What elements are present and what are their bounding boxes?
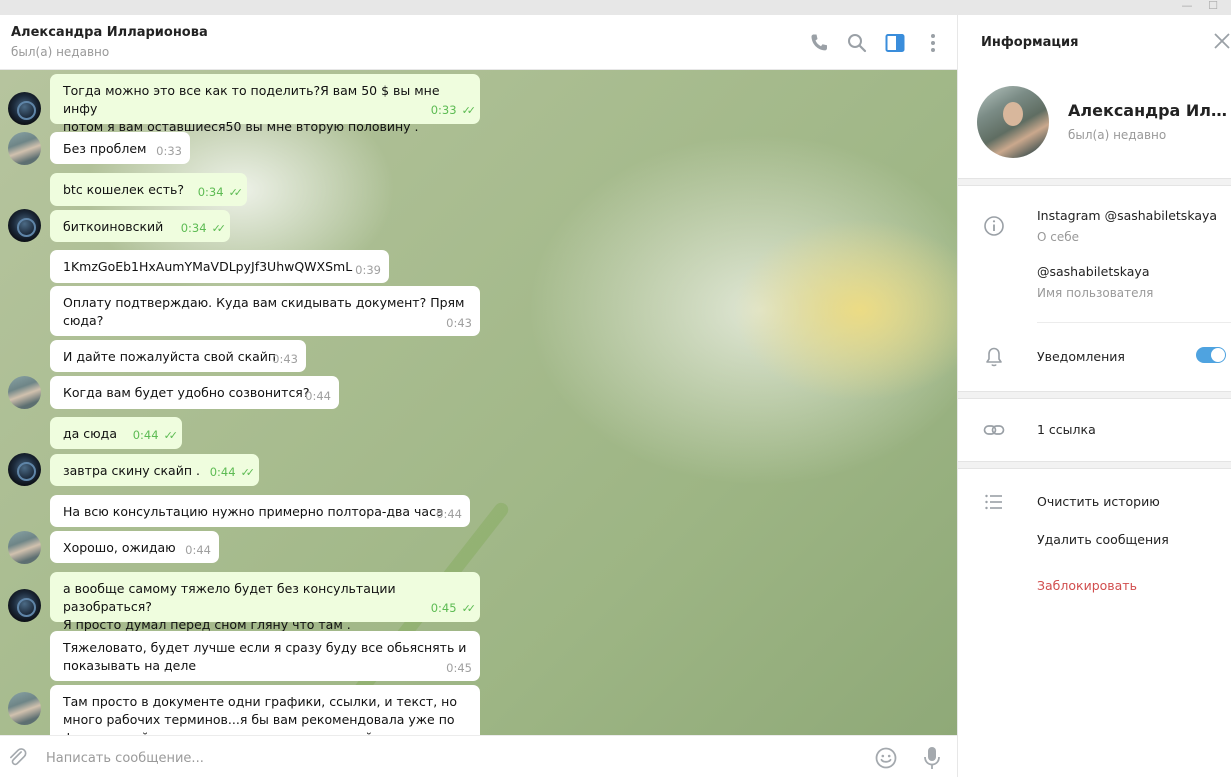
clear-history-button[interactable]: Очистить историю bbox=[1037, 494, 1160, 509]
message-meta: 0:44 ✓✓ bbox=[132, 426, 179, 445]
sender-avatar[interactable] bbox=[8, 92, 41, 125]
chat-status: был(а) недавно bbox=[11, 45, 110, 59]
message-meta: 0:34 ✓✓ bbox=[197, 183, 244, 202]
read-check-icon: ✓✓ bbox=[211, 222, 227, 235]
section-divider bbox=[958, 178, 1231, 186]
message-bubble[interactable]: И дайте пожалуйста свой скайп 0:43 bbox=[50, 340, 306, 372]
contact-avatar[interactable] bbox=[8, 692, 41, 725]
message-meta: 0:33 ✓✓ bbox=[430, 101, 477, 120]
message-text: 1KmzGoEb1HxAumYMaVDLpyJf3UhwQWXSmL bbox=[63, 259, 353, 274]
emoji-icon[interactable] bbox=[874, 746, 898, 770]
message-time: 0:33 bbox=[156, 144, 182, 158]
read-check-icon: ✓✓ bbox=[461, 104, 477, 117]
sender-avatar[interactable] bbox=[8, 589, 41, 622]
message-bubble[interactable]: а вообще самому тяжело будет без консуль… bbox=[50, 572, 480, 632]
bell-icon bbox=[986, 347, 1002, 367]
sender-avatar[interactable] bbox=[8, 453, 41, 486]
message-bubble[interactable]: Тяжеловато, будет лучше если я сразу буд… bbox=[50, 631, 480, 681]
chat-header: Александра Илларионова был(а) недавно bbox=[0, 15, 957, 70]
message-time: 0:45 bbox=[430, 601, 457, 615]
sender-avatar[interactable] bbox=[8, 209, 41, 242]
profile-bio[interactable]: Instagram @sashabiletskaya bbox=[1037, 208, 1217, 223]
profile-username-label: Имя пользователя bbox=[1037, 286, 1154, 300]
message-time: 0:44 bbox=[185, 543, 211, 557]
chat-history[interactable]: Тогда можно это все как то поделить?Я ва… bbox=[0, 70, 957, 735]
section-divider bbox=[958, 461, 1231, 469]
close-icon[interactable] bbox=[1212, 31, 1231, 51]
message-bubble[interactable]: 1KmzGoEb1HxAumYMaVDLpyJf3UhwQWXSmL 0:39 bbox=[50, 250, 389, 283]
message-text: Когда вам будет удобно созвонится? bbox=[63, 385, 310, 400]
message-meta: 0:44 ✓✓ bbox=[209, 463, 256, 482]
link-icon bbox=[983, 425, 1005, 435]
info-icon bbox=[984, 216, 1004, 236]
profile-status: был(а) недавно bbox=[1068, 128, 1167, 142]
message-text: Оплату подтверждаю. Куда вам скидывать д… bbox=[63, 295, 465, 328]
delete-messages-button[interactable]: Удалить сообщения bbox=[1037, 532, 1169, 547]
info-panel-title: Информация bbox=[981, 35, 1079, 50]
message-bubble[interactable]: завтра скину скайп . 0:44 ✓✓ bbox=[50, 454, 259, 486]
read-check-icon: ✓✓ bbox=[228, 186, 244, 199]
profile-avatar[interactable] bbox=[977, 86, 1049, 158]
message-bubble[interactable]: да сюда 0:44 ✓✓ bbox=[50, 417, 182, 449]
shared-links-item[interactable]: 1 ссылка bbox=[1037, 422, 1096, 437]
read-check-icon: ✓✓ bbox=[163, 429, 179, 442]
message-time: 0:43 bbox=[272, 352, 298, 366]
message-text: а вообще самому тяжело будет без консуль… bbox=[63, 581, 396, 632]
contact-avatar[interactable] bbox=[8, 531, 41, 564]
message-bubble[interactable]: На всю консультацию нужно примерно полто… bbox=[50, 495, 470, 527]
list-icon bbox=[985, 494, 1002, 510]
block-user-button[interactable]: Заблокировать bbox=[1037, 578, 1137, 593]
contact-avatar[interactable] bbox=[8, 376, 41, 409]
message-text: На всю консультацию нужно примерно полто… bbox=[63, 504, 444, 519]
search-icon[interactable] bbox=[845, 31, 869, 55]
composer bbox=[0, 735, 957, 777]
message-time: 0:43 bbox=[446, 316, 472, 330]
maximize-button[interactable]: ☐ bbox=[1203, 0, 1223, 15]
message-bubble[interactable]: Там просто в документе одни графики, ссы… bbox=[50, 685, 480, 735]
read-check-icon: ✓✓ bbox=[240, 466, 256, 479]
message-bubble[interactable]: btc кошелек есть? 0:34 ✓✓ bbox=[50, 173, 247, 206]
message-text: Тяжеловато, будет лучше если я сразу буд… bbox=[63, 640, 467, 673]
message-meta: 0:34 ✓✓ bbox=[180, 219, 227, 238]
minimize-button[interactable]: — bbox=[1177, 0, 1197, 15]
chat-title[interactable]: Александра Илларионова bbox=[11, 25, 208, 40]
profile-bio-label: О себе bbox=[1037, 230, 1080, 244]
message-meta: 0:45 ✓✓ bbox=[430, 599, 477, 618]
message-time: 0:44 bbox=[132, 428, 159, 442]
message-text: Там просто в документе одни графики, ссы… bbox=[63, 694, 457, 735]
contact-avatar[interactable] bbox=[8, 132, 41, 165]
message-time: 0:44 bbox=[209, 465, 236, 479]
attach-icon[interactable] bbox=[6, 746, 28, 768]
message-time: 0:44 bbox=[436, 507, 462, 521]
message-bubble[interactable]: Тогда можно это все как то поделить?Я ва… bbox=[50, 74, 480, 134]
microphone-icon[interactable] bbox=[920, 745, 944, 771]
profile-name: Александра Илларионова bbox=[1068, 101, 1231, 120]
notifications-label: Уведомления bbox=[1037, 349, 1125, 364]
message-time: 0:39 bbox=[355, 263, 381, 277]
window-titlebar: — ☐ bbox=[0, 0, 1231, 15]
phone-icon[interactable] bbox=[807, 31, 831, 55]
message-bubble[interactable]: Оплату подтверждаю. Куда вам скидывать д… bbox=[50, 286, 480, 336]
message-input[interactable] bbox=[46, 746, 826, 770]
message-time: 0:33 bbox=[430, 103, 457, 117]
message-time: 0:44 bbox=[305, 389, 331, 403]
message-time: 0:34 bbox=[180, 221, 207, 235]
message-bubble[interactable]: Когда вам будет удобно созвонится? 0:44 bbox=[50, 376, 339, 409]
message-text: Тогда можно это все как то поделить?Я ва… bbox=[63, 83, 440, 134]
notifications-toggle[interactable] bbox=[1196, 347, 1226, 363]
message-time: 0:45 bbox=[446, 661, 472, 675]
message-bubble[interactable]: Хорошо, ожидаю 0:44 bbox=[50, 531, 219, 563]
message-text: И дайте пожалуйста свой скайп bbox=[63, 349, 277, 364]
row-divider bbox=[1037, 322, 1231, 323]
message-time: 0:34 bbox=[197, 185, 224, 199]
read-check-icon: ✓✓ bbox=[461, 602, 477, 615]
info-panel: Информация Александра Илларионова был(а)… bbox=[957, 15, 1231, 777]
info-panel-icon[interactable] bbox=[883, 31, 907, 55]
section-divider bbox=[958, 391, 1231, 399]
more-icon[interactable] bbox=[921, 31, 945, 55]
message-bubble[interactable]: биткоиновский 0:34 ✓✓ bbox=[50, 210, 230, 242]
message-bubble[interactable]: Без проблем 0:33 bbox=[50, 132, 190, 164]
profile-username[interactable]: @sashabiletskaya bbox=[1037, 264, 1150, 279]
